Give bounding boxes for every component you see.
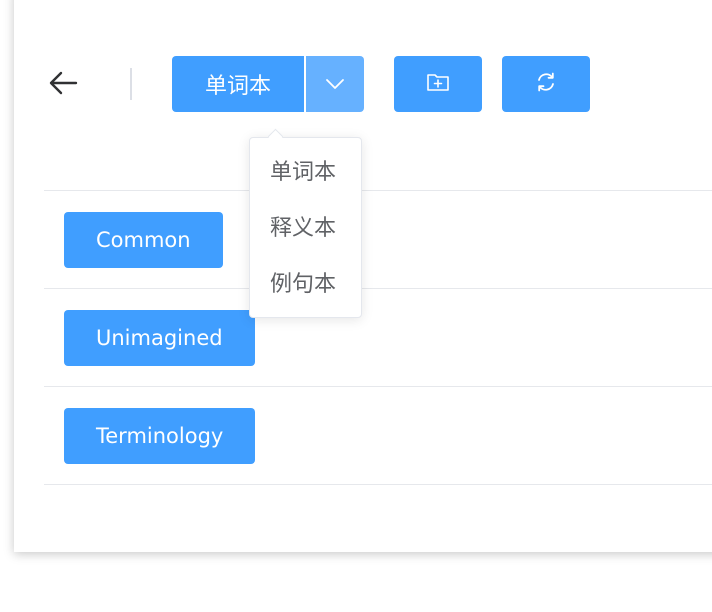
- notebook-type-dropdown-menu: 单词本 释义本 例句本: [249, 137, 362, 318]
- dropdown-item[interactable]: 单词本: [250, 145, 361, 201]
- list-divider: [44, 190, 712, 191]
- dropdown-item[interactable]: 释义本: [250, 201, 361, 257]
- toolbar-divider: [130, 68, 132, 100]
- notebook-type-select: 单词本: [172, 56, 364, 112]
- list-divider: [44, 386, 712, 387]
- refresh-button[interactable]: [502, 56, 590, 112]
- notebook-type-button[interactable]: 单词本: [172, 56, 306, 112]
- dropdown-item[interactable]: 例句本: [250, 257, 361, 313]
- list-divider: [44, 484, 712, 485]
- folder-add-icon: [426, 72, 450, 96]
- add-folder-button[interactable]: [394, 56, 482, 112]
- chevron-down-icon: [325, 75, 345, 94]
- refresh-icon: [535, 71, 557, 97]
- notebook-item-button[interactable]: Unimagined: [64, 310, 255, 366]
- arrow-left-icon: [48, 71, 78, 99]
- list-divider: [44, 288, 712, 289]
- notebook-item-button[interactable]: Common: [64, 212, 223, 268]
- back-button[interactable]: [46, 68, 80, 102]
- notebook-type-dropdown-toggle[interactable]: [306, 56, 364, 112]
- notebook-item-button[interactable]: Terminology: [64, 408, 256, 464]
